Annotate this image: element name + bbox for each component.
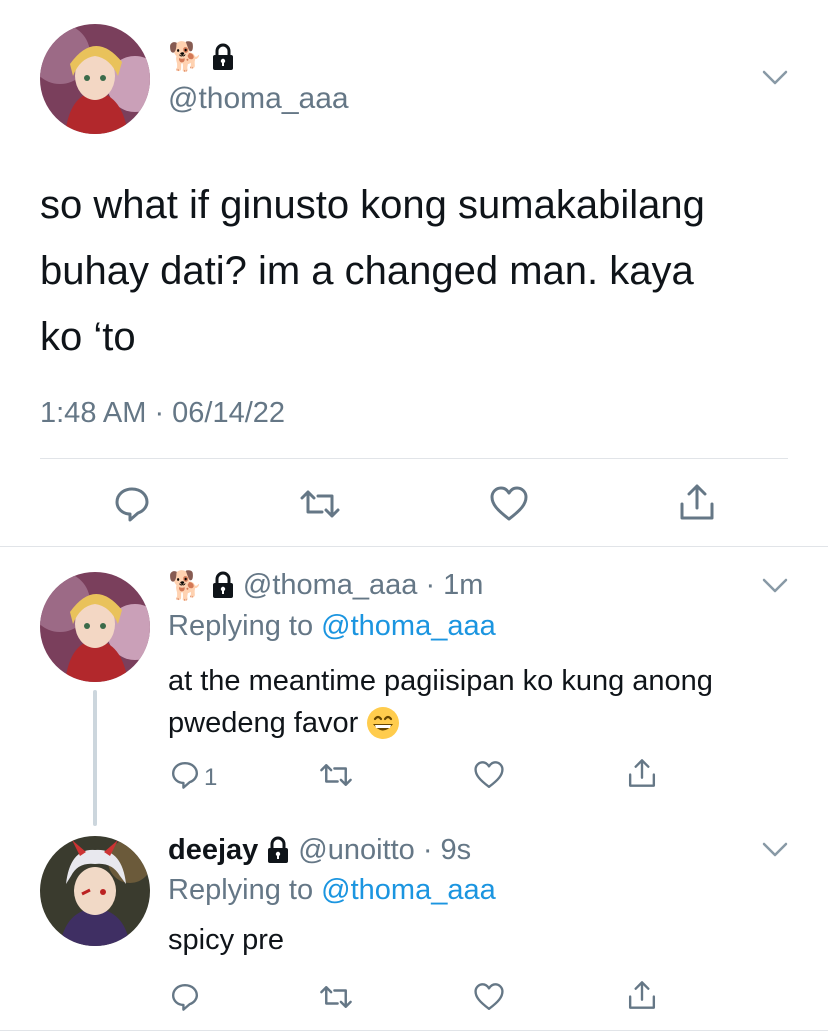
divider xyxy=(0,1030,828,1031)
tweet-time: · 1m xyxy=(425,568,484,601)
author-handle[interactable]: @thoma_aaa xyxy=(168,82,349,116)
grin-emoji-icon xyxy=(366,706,400,740)
replying-label: Replying to xyxy=(168,610,314,642)
reply-count: 1 xyxy=(204,764,218,791)
tweet-timestamp[interactable]: 1:48 AM · 06/14/22 xyxy=(40,397,285,430)
chevron-down-icon[interactable] xyxy=(762,578,788,594)
avatar[interactable] xyxy=(40,572,150,682)
chevron-down-icon[interactable] xyxy=(762,70,788,86)
author-handle[interactable]: @thoma_aaa xyxy=(243,569,418,602)
tweet-time: · 9s xyxy=(422,833,472,866)
replying-label: Replying to xyxy=(168,874,314,906)
lock-icon xyxy=(266,836,290,864)
replying-to-link[interactable]: @thoma_aaa xyxy=(321,610,496,642)
share-icon[interactable] xyxy=(678,482,716,522)
tweet-text-line: ko ‘to xyxy=(40,315,136,359)
divider xyxy=(0,546,828,547)
lock-icon xyxy=(211,571,235,599)
like-icon[interactable] xyxy=(489,485,529,523)
tweet-text-line: buhay dati? im a changed man. kaya xyxy=(40,249,694,293)
tweet-text-line: so what if ginusto kong sumakabilang xyxy=(40,183,705,227)
display-name[interactable]: deejay xyxy=(168,834,258,867)
retweet-icon[interactable] xyxy=(318,984,354,1010)
author-handle[interactable]: @unoitto xyxy=(298,834,415,867)
reply-icon[interactable] xyxy=(170,982,200,1012)
reply-icon[interactable] xyxy=(170,760,200,790)
tweet-text: at the meantime pagiisipan ko kung anong… xyxy=(168,660,713,744)
dog-icon: 🐕 xyxy=(168,569,203,601)
tweet-text: so what if ginusto kong sumakabilang buh… xyxy=(40,172,705,370)
like-icon[interactable] xyxy=(473,760,505,790)
lock-icon xyxy=(211,43,235,71)
tweet-text: spicy pre xyxy=(168,924,285,956)
share-icon[interactable] xyxy=(627,979,657,1011)
tweet-text-line: pwedeng favor xyxy=(168,707,359,739)
reply-icon[interactable] xyxy=(113,485,151,523)
avatar[interactable] xyxy=(40,24,150,134)
dog-icon: 🐕 xyxy=(168,41,203,72)
thread-line xyxy=(93,690,97,826)
divider xyxy=(40,458,788,459)
retweet-icon[interactable] xyxy=(318,762,354,788)
tweet-text-line: at the meantime pagiisipan ko kung anong xyxy=(168,665,713,697)
retweet-icon[interactable] xyxy=(298,488,342,520)
replying-to-link[interactable]: @thoma_aaa xyxy=(321,874,496,906)
like-icon[interactable] xyxy=(473,982,505,1012)
chevron-down-icon[interactable] xyxy=(762,842,788,858)
share-icon[interactable] xyxy=(627,757,657,789)
avatar[interactable] xyxy=(40,836,150,946)
